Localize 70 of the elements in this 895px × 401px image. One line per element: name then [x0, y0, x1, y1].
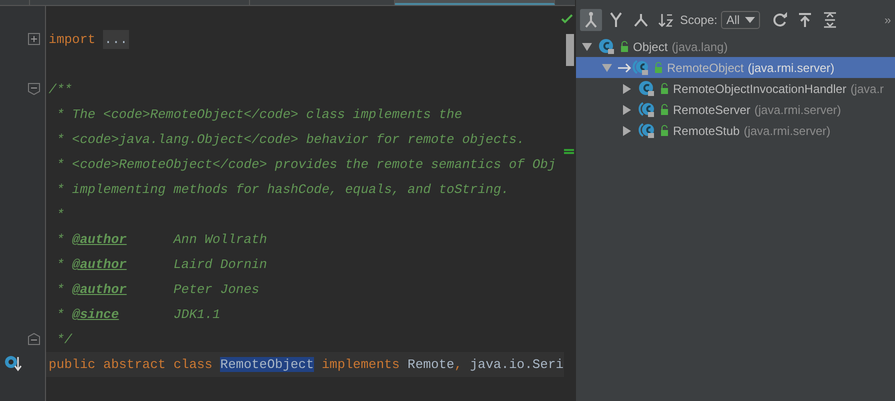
code-keyword: import [48, 32, 96, 47]
sort-alphabetically-icon[interactable] [657, 11, 675, 29]
collapsed-arrow-icon[interactable] [622, 104, 632, 114]
scope-label: Scope: [680, 13, 718, 27]
doc-comment: * <code>java.lang.Object</code> behavior for remote objects. [55, 132, 525, 147]
class-name: RemoteServer [673, 102, 750, 116]
class-name: RemoteStub [673, 124, 740, 138]
expand-fold-icon[interactable] [28, 33, 40, 45]
expanded-arrow-icon[interactable] [582, 42, 592, 52]
scrollbar-thumb[interactable] [566, 34, 574, 66]
lock-icon [660, 104, 669, 115]
package-name: (java.lang) [672, 40, 728, 54]
arrow-icon [618, 62, 632, 74]
tree-item[interactable]: Object (java.lang) [576, 36, 895, 57]
collapse-fold-icon[interactable] [28, 83, 40, 95]
code-text: Remote [408, 357, 454, 372]
class-icon [638, 80, 656, 97]
refresh-icon[interactable] [770, 11, 789, 29]
abstract-class-icon [638, 122, 656, 139]
doc-tag: @since [72, 307, 119, 322]
tree-item[interactable]: RemoteStub (java.rmi.server) [576, 120, 895, 141]
selected-identifier: RemoteObject [220, 357, 314, 372]
class-hierarchy-icon[interactable] [632, 11, 650, 29]
code-text: java.io.Seri [468, 357, 564, 372]
package-name: (java.rmi.server) [748, 60, 834, 74]
doc-comment: * The <code>RemoteObject</code> class implements the [55, 107, 462, 122]
class-icon [598, 38, 616, 55]
doc-comment: * [55, 257, 66, 272]
abstract-class-icon [632, 59, 650, 76]
more-button[interactable]: » [882, 13, 893, 27]
tree-item[interactable]: RemoteObjectInvocationHandler (java.r [576, 78, 895, 99]
package-name: (java.r [850, 82, 884, 96]
lock-icon [660, 125, 669, 136]
doc-comment: Peter Jones [172, 282, 260, 297]
class-name: RemoteObjectInvocationHandler [673, 82, 846, 96]
doc-comment: */ [55, 332, 72, 347]
doc-comment: * implementing methods for hashCode, equals, and toString. [55, 182, 509, 197]
code-keyword: implements [320, 357, 401, 372]
lock-icon [620, 41, 629, 52]
check-icon [561, 14, 573, 24]
doc-comment: Ann Wollrath [172, 232, 268, 247]
package-name: (java.rmi.server) [754, 102, 842, 116]
tree-item[interactable]: RemoteServer (java.rmi.server) [576, 99, 895, 120]
doc-comment: * [55, 207, 64, 222]
lock-icon [660, 83, 669, 94]
doc-comment: Laird Dornin [172, 257, 268, 272]
lock-icon [654, 62, 663, 73]
folded-code[interactable]: ... [103, 30, 129, 49]
class-name: Object [633, 40, 668, 54]
doc-comment: JDK1.1 [172, 307, 220, 322]
collapsed-arrow-icon[interactable] [622, 84, 632, 94]
doc-comment: * [55, 307, 66, 322]
collapse-fold-icon[interactable] [28, 333, 40, 345]
class-name: RemoteObject [667, 60, 744, 74]
package-name: (java.rmi.server) [744, 124, 830, 138]
doc-comment: /** [48, 82, 72, 97]
code-keyword: public abstract class [48, 357, 214, 372]
doc-tag: @author [72, 257, 127, 272]
collapsed-arrow-icon[interactable] [622, 126, 632, 136]
doc-comment: * <code>RemoteObject</code> provides the remote semantics of Obj [55, 157, 556, 172]
doc-comment: * [55, 232, 66, 247]
scope-dropdown[interactable]: All [721, 11, 760, 29]
doc-comment: * [55, 282, 66, 297]
doc-tag: @author [72, 232, 127, 247]
code-keyword: , [454, 357, 462, 372]
dropdown-caret-icon [744, 17, 755, 23]
error-stripe-mark[interactable] [564, 149, 574, 154]
doc-tag: @author [72, 282, 127, 297]
abstract-class-icon [638, 101, 656, 118]
tree-item[interactable]: RemoteObject (java.rmi.server) [576, 57, 895, 78]
